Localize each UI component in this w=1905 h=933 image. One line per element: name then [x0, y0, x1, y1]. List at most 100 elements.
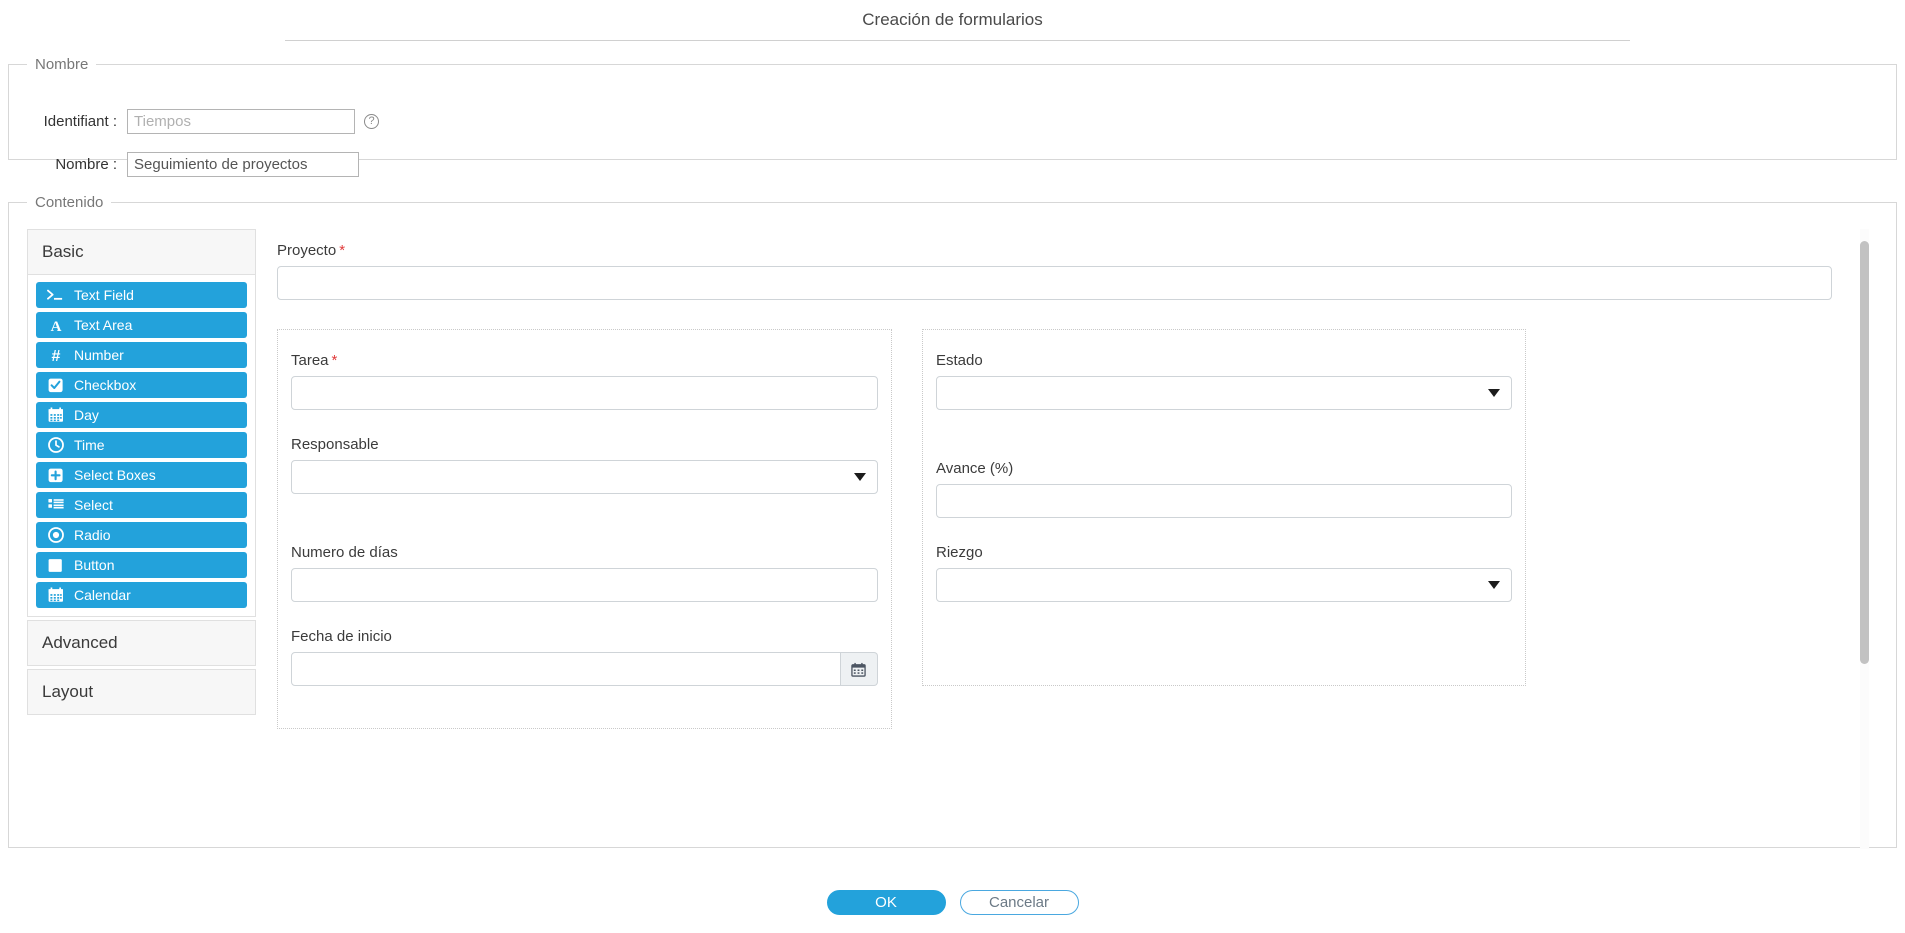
canvas-scrollbar[interactable] — [1860, 229, 1869, 849]
palette-component-label: Text Field — [74, 287, 134, 303]
field-label-numero-de-dias: Numero de días — [291, 544, 878, 561]
palette-component-radio[interactable]: Radio — [36, 522, 247, 548]
palette-group-header-advanced[interactable]: Advanced — [28, 621, 255, 665]
form-builder: Basic Text Field A Text Area # Number Checkbo… — [19, 229, 1885, 849]
nombre-input[interactable] — [127, 152, 359, 177]
palette-component-label: Button — [74, 557, 115, 573]
field-riezgo: Riezgo — [936, 544, 1512, 602]
page-title: Creación de formularios — [862, 10, 1043, 29]
calendar-icon — [851, 662, 866, 677]
palette-group-advanced: Advanced — [27, 620, 256, 666]
field-label-text-avance: Avance (%) — [936, 460, 1014, 477]
field-input-proyecto[interactable] — [277, 266, 1832, 300]
field-numero-de-dias: Numero de días — [291, 544, 878, 602]
svg-text:#: # — [51, 348, 60, 363]
title-divider — [285, 40, 1630, 41]
palette-group-basic: Basic Text Field A Text Area # Number Checkbo… — [27, 229, 256, 617]
palette-component-button[interactable]: Button — [36, 552, 247, 578]
field-label-text-numero-de-dias: Numero de días — [291, 544, 398, 561]
clock-icon — [46, 437, 65, 453]
palette-component-label: Select — [74, 497, 113, 513]
palette-component-select-boxes[interactable]: Select Boxes — [36, 462, 247, 488]
field-avance: Avance (%) — [936, 460, 1512, 518]
palette-component-text-field[interactable]: Text Field — [36, 282, 247, 308]
cancel-button[interactable]: Cancelar — [959, 890, 1079, 915]
palette-component-label: Number — [74, 347, 124, 363]
dialog-footer: OK Cancelar — [0, 890, 1905, 915]
help-circle-icon[interactable]: ? — [364, 114, 379, 129]
required-asterisk-proyecto: * — [339, 242, 346, 259]
palette-group-body-basic: Text Field A Text Area # Number Checkbox Day Ti… — [28, 275, 255, 616]
palette-component-checkbox[interactable]: Checkbox — [36, 372, 247, 398]
palette-component-label: Radio — [74, 527, 111, 543]
form-column-right: Estado Avance (%) Riezgo — [922, 329, 1526, 686]
palette-group-layout: Layout — [27, 669, 256, 715]
select-wrapper-responsable — [291, 460, 878, 494]
field-input-numero-de-dias[interactable] — [291, 568, 878, 602]
field-label-tarea: Tarea * — [291, 352, 878, 369]
field-input-tarea[interactable] — [291, 376, 878, 410]
field-label-text-estado: Estado — [936, 352, 983, 369]
name-fieldset-legend: Nombre — [35, 56, 89, 73]
palette-component-label: Day — [74, 407, 99, 423]
form-canvas: Proyecto * Tarea * Responsable Numero de… — [277, 229, 1869, 849]
palette-component-label: Text Area — [74, 317, 133, 333]
field-label-proyecto: Proyecto * — [277, 242, 1832, 259]
field-responsable: Responsable — [291, 436, 878, 494]
palette-component-calendar[interactable]: Calendar — [36, 582, 247, 608]
field-select-riezgo[interactable] — [936, 568, 1512, 602]
field-label-avance: Avance (%) — [936, 460, 1512, 477]
plus-square-icon — [46, 467, 65, 483]
field-label-text-tarea: Tarea — [291, 352, 329, 369]
field-input-avance[interactable] — [936, 484, 1512, 518]
font-letter-a-icon: A — [46, 318, 65, 333]
palette-component-label: Calendar — [74, 587, 131, 603]
palette-component-text-area[interactable]: A Text Area — [36, 312, 247, 338]
palette-component-select[interactable]: Select — [36, 492, 247, 518]
field-label-text-riezgo: Riezgo — [936, 544, 983, 561]
field-fecha-de-inicio: Fecha de inicio — [291, 628, 878, 686]
field-label-fecha-de-inicio: Fecha de inicio — [291, 628, 878, 645]
radio-dot-icon — [46, 527, 65, 543]
square-icon — [46, 558, 65, 573]
date-input-group — [291, 652, 878, 686]
field-label-riezgo: Riezgo — [936, 544, 1512, 561]
identifiant-input[interactable] — [127, 109, 355, 134]
calendar-picker-button[interactable] — [840, 652, 878, 686]
name-fieldset: Nombre Identifiant : ? Nombre : — [8, 56, 1897, 177]
checkbox-checked-icon — [46, 377, 65, 393]
component-palette: Basic Text Field A Text Area # Number Checkbo… — [27, 229, 256, 718]
field-label-text-fecha-de-inicio: Fecha de inicio — [291, 628, 392, 645]
select-wrapper-riezgo — [936, 568, 1512, 602]
identifiant-label: Identifiant : — [43, 113, 117, 130]
title-bar: Creación de formularios — [0, 0, 1905, 44]
palette-component-label: Select Boxes — [74, 467, 156, 483]
field-select-estado[interactable] — [936, 376, 1512, 410]
required-asterisk-tarea: * — [331, 352, 338, 369]
field-estado: Estado — [936, 352, 1512, 410]
palette-group-header-layout[interactable]: Layout — [28, 670, 255, 714]
select-wrapper-estado — [936, 376, 1512, 410]
terminal-icon — [46, 288, 65, 302]
calendar-icon — [46, 587, 65, 603]
nombre-row: Nombre : — [9, 152, 359, 177]
nombre-label: Nombre : — [55, 156, 117, 173]
palette-component-time[interactable]: Time — [36, 432, 247, 458]
svg-text:A: A — [50, 319, 61, 333]
field-select-responsable[interactable] — [291, 460, 878, 494]
form-column-left: Tarea * Responsable Numero de días Fecha… — [277, 329, 892, 729]
field-input-fecha-de-inicio[interactable] — [291, 652, 841, 686]
palette-component-number[interactable]: # Number — [36, 342, 247, 368]
field-label-responsable: Responsable — [291, 436, 878, 453]
palette-group-header-basic[interactable]: Basic — [28, 230, 255, 275]
calendar-icon — [46, 407, 65, 423]
canvas-scrollbar-thumb[interactable] — [1860, 241, 1869, 664]
palette-component-day[interactable]: Day — [36, 402, 247, 428]
ok-button[interactable]: OK — [826, 890, 946, 915]
field-label-estado: Estado — [936, 352, 1512, 369]
field-label-text-proyecto: Proyecto — [277, 242, 337, 259]
